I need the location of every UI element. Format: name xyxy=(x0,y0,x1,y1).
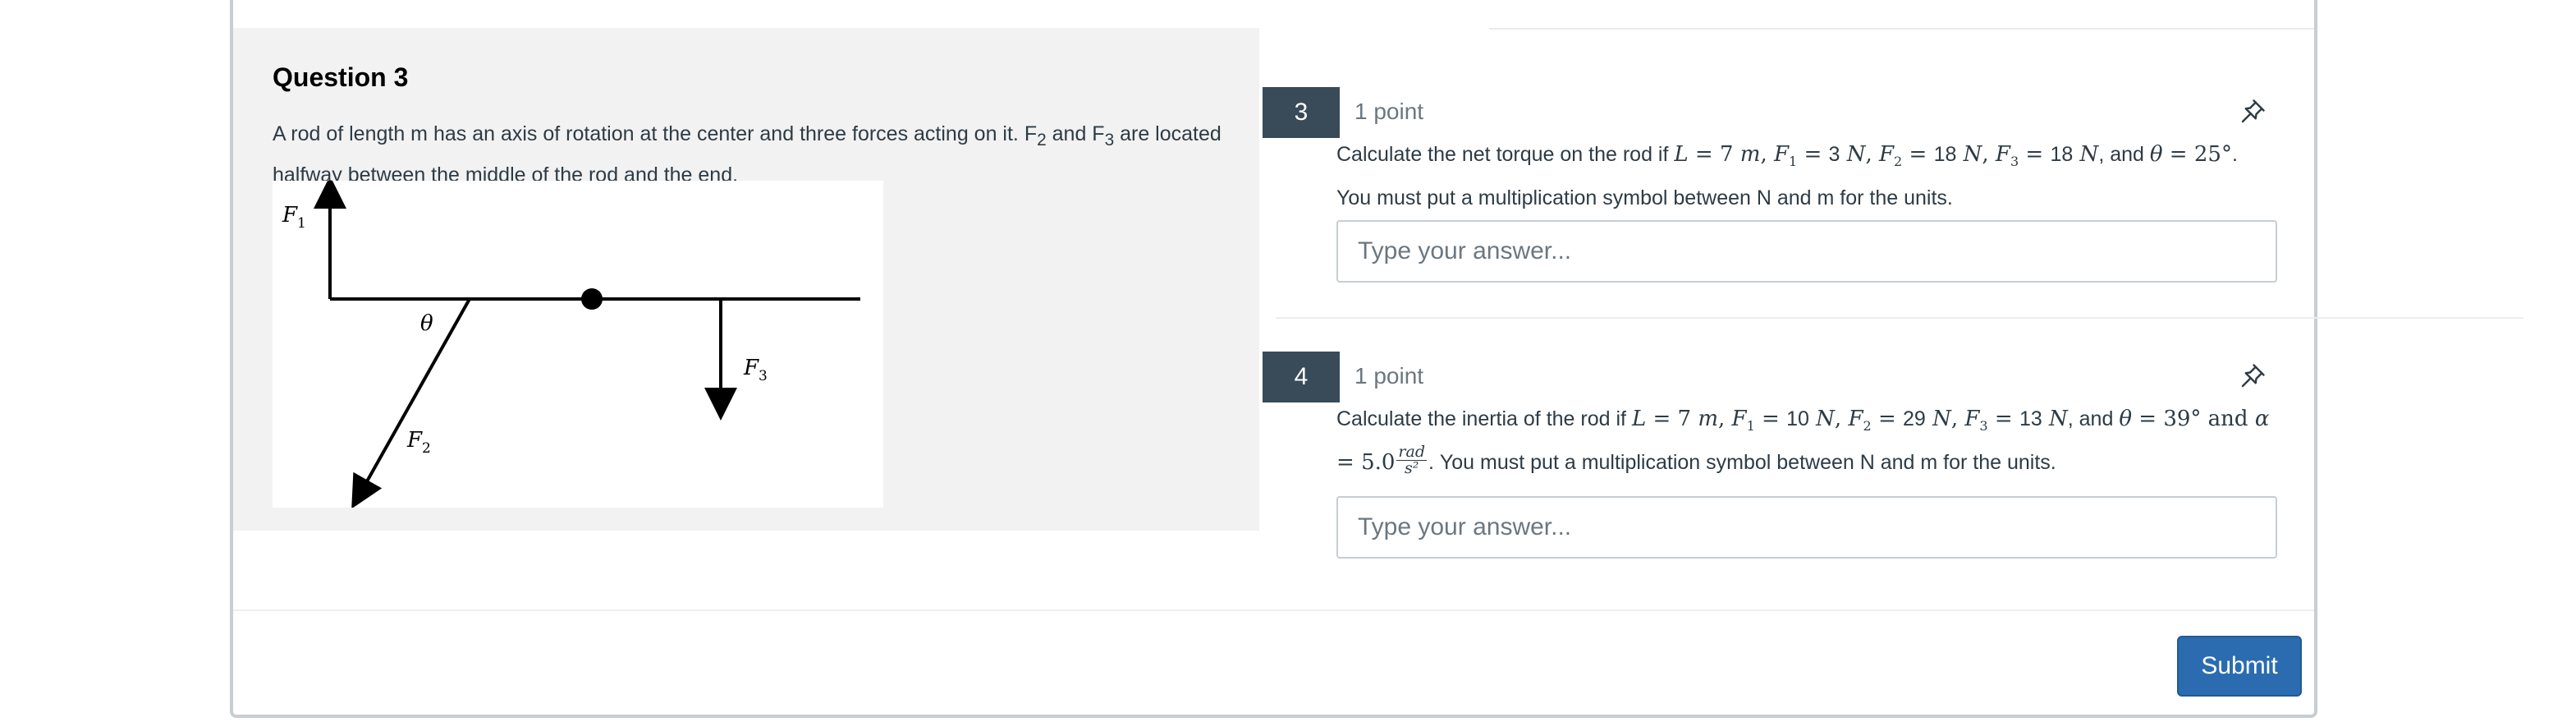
subscript: 1 xyxy=(1746,418,1755,434)
f3-label: F3 xyxy=(743,356,768,384)
math-var: θ xyxy=(2149,142,2163,167)
math-var: F xyxy=(1995,142,2010,167)
answer-input[interactable] xyxy=(1336,496,2277,559)
math-fraction: rad s² xyxy=(1396,444,1427,476)
rod-force-diagram-svg: F1 θ F3 F2 xyxy=(282,176,860,509)
math-op: = xyxy=(1902,142,1934,167)
question-points: 1 point xyxy=(1354,99,1424,124)
math-num: 13 xyxy=(2019,407,2042,430)
subscript: 3 xyxy=(1979,418,1988,434)
math-var: F xyxy=(1773,142,1790,167)
math-var: F xyxy=(1879,142,1895,167)
context-text-part: A rod of length m has an axis of rotatio… xyxy=(273,122,1038,145)
subscript: 1 xyxy=(1789,154,1798,169)
text-run: Calculate the net torque on the rod if xyxy=(1336,143,1675,166)
math-num: 3 xyxy=(1828,143,1840,166)
math-num: 7 xyxy=(1719,142,1734,167)
math-op: , xyxy=(1718,407,1732,431)
math-num: 29 xyxy=(1903,407,1926,430)
quiz-card: Question 3 A rod of length m has an axis… xyxy=(230,0,2523,718)
math-op: , xyxy=(1865,142,1879,167)
text-run: , and xyxy=(2067,407,2120,430)
question-text: Calculate the net torque on the rod if L… xyxy=(1336,136,2280,216)
answer-input[interactable] xyxy=(1336,220,2277,283)
theta-label: θ xyxy=(420,311,433,336)
top-divider xyxy=(1489,28,2314,30)
footer-divider xyxy=(233,609,2314,611)
pin-icon[interactable] xyxy=(2238,361,2267,391)
subscript: 2 xyxy=(1863,418,1872,434)
math-op: = xyxy=(1987,407,2019,431)
math-unit: N xyxy=(1840,142,1866,167)
math-unit: N xyxy=(1925,407,1951,431)
math-op: = xyxy=(2131,407,2164,431)
axis-pivot xyxy=(581,288,603,310)
math-unit: N xyxy=(2073,142,2099,167)
subscript: 2 xyxy=(1894,154,1903,169)
math-var: F xyxy=(1964,407,1980,431)
math-num: 39° xyxy=(2163,407,2202,431)
fraction-numerator: rad xyxy=(1396,442,1427,461)
question-points: 1 point xyxy=(1354,363,1424,389)
question-divider xyxy=(1276,317,2523,319)
question-number-badge: 4 xyxy=(1263,352,1340,402)
math-op: = xyxy=(1336,450,1362,475)
question-number-badge: 3 xyxy=(1263,87,1340,138)
math-unit: m xyxy=(1691,407,1718,431)
math-var: L xyxy=(1674,142,1689,167)
text-run: . xyxy=(2231,143,2238,166)
pin-icon[interactable] xyxy=(2238,97,2267,126)
math-op: = xyxy=(1797,142,1829,167)
text-run: Calculate the inertia of the rod if xyxy=(1336,407,1632,430)
f2-label: F2 xyxy=(406,428,431,457)
math-num: 10 xyxy=(1786,407,1809,430)
question-context-panel: Question 3 A rod of length m has an axis… xyxy=(233,28,1259,531)
f1-label: F1 xyxy=(282,203,306,232)
math-var: F xyxy=(1848,407,1863,431)
question-text: Calculate the inertia of the rod if L = … xyxy=(1336,401,2280,481)
text-run: , and xyxy=(2098,143,2150,166)
rod-force-diagram: F1 θ F3 F2 xyxy=(273,176,883,509)
math-unit: m xyxy=(1733,142,1761,167)
context-text-part: and F xyxy=(1046,122,1105,145)
math-unit: N xyxy=(1808,407,1835,431)
submit-button[interactable]: Submit xyxy=(2177,636,2302,697)
math-num: 18 xyxy=(2050,143,2074,166)
math-op: , xyxy=(1950,407,1965,431)
math-op: , xyxy=(1982,142,1996,167)
math-num: 25° xyxy=(2193,142,2232,167)
math-op: = xyxy=(1754,407,1787,431)
math-unit: N xyxy=(1956,142,1982,167)
math-var: θ xyxy=(2119,407,2132,431)
text-run: You must put a multiplication symbol bet… xyxy=(1336,186,1953,209)
math-num: 7 xyxy=(1677,407,1692,431)
math-op: , xyxy=(1834,407,1849,431)
math-var: α xyxy=(2254,407,2270,431)
text-run: . You must put a multiplication symbol b… xyxy=(1428,451,2056,474)
math-op: = xyxy=(1646,407,1678,431)
math-text: and xyxy=(2201,407,2255,431)
math-op: , xyxy=(1760,142,1774,167)
math-var: L xyxy=(1631,407,1647,431)
context-title: Question 3 xyxy=(273,62,409,92)
math-num: 18 xyxy=(1933,143,1957,166)
force-f2-arrow xyxy=(351,298,471,509)
math-op: = xyxy=(2162,142,2194,167)
math-unit: N xyxy=(2042,407,2068,431)
math-var: F xyxy=(1731,407,1747,431)
math-op: = xyxy=(1688,142,1720,167)
fraction-denominator: s² xyxy=(1405,458,1419,477)
math-op: = xyxy=(1871,407,1904,431)
subscript: 3 xyxy=(1104,131,1115,149)
math-op: = xyxy=(2019,142,2051,167)
math-num: 5.0 xyxy=(1361,450,1396,475)
subscript: 2 xyxy=(1037,131,1047,149)
subscript: 3 xyxy=(2010,154,2019,169)
